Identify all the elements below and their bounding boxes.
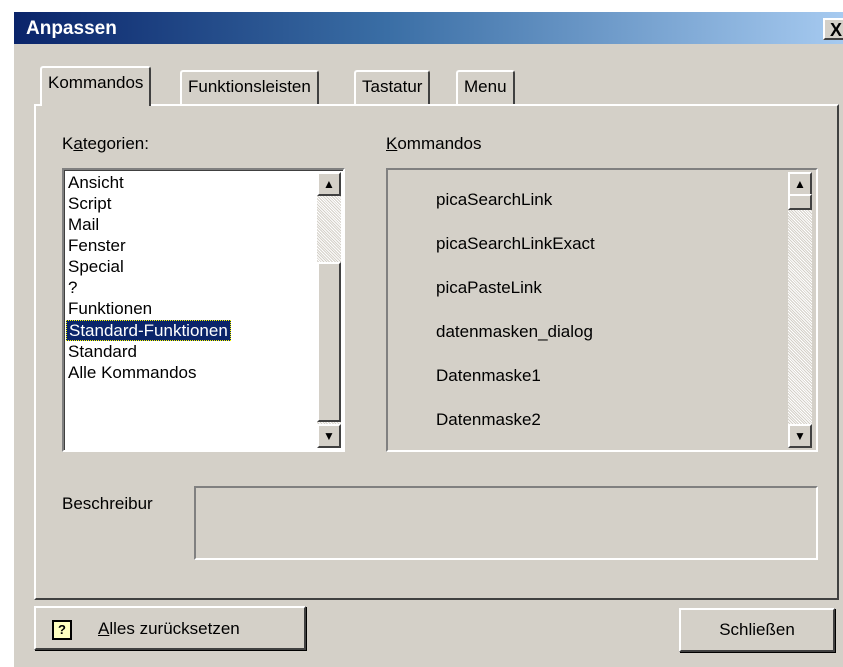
command-item[interactable]: Datenmaske2 [436,410,541,430]
command-item[interactable]: picaPasteLink [436,278,542,298]
scroll-thumb[interactable] [788,194,812,210]
scroll-up-icon[interactable]: ▲ [788,172,812,196]
list-item[interactable]: Standard [68,342,137,361]
customize-dialog: Anpassen X Kommandos Funktionsleisten Ta… [14,12,843,667]
commands-scrollbar[interactable]: ▲ ▼ [788,172,812,448]
scroll-up-icon[interactable]: ▲ [317,172,341,196]
command-item[interactable]: picaSearchLink [436,190,552,210]
tab-menu[interactable]: Menu [456,70,515,104]
close-icon[interactable]: X [823,18,843,40]
description-field [194,486,818,560]
tab-tastatur[interactable]: Tastatur [354,70,431,104]
list-item[interactable]: Alle Kommandos [68,363,197,382]
list-item[interactable]: Funktionen [68,299,152,318]
background-edge [0,0,14,667]
commands-label: Kommandos [386,134,482,153]
categories-label: Kategorien: [62,134,149,153]
commands-list[interactable]: picaSearchLink picaSearchLinkExact picaP… [386,168,818,452]
list-item-selected[interactable]: Standard-Funktionen [66,320,231,341]
tab-kommandos[interactable]: Kommandos [40,66,152,106]
reset-all-label: Alles zurücksetzen [98,619,240,638]
list-item[interactable]: Script [68,194,111,213]
categories-listbox[interactable]: Ansicht Script Mail Fenster Special ? Fu… [62,168,345,452]
command-item[interactable]: picaSearchLinkExact [436,234,595,254]
list-item[interactable]: Fenster [68,236,126,255]
scroll-down-icon[interactable]: ▼ [788,424,812,448]
help-icon: ? [52,620,72,640]
reset-all-button[interactable]: ? Alles zurücksetzen [34,606,306,650]
description-label: Beschreibur [62,494,153,513]
scroll-thumb[interactable] [317,262,341,422]
list-item[interactable]: Mail [68,215,99,234]
tab-funktionsleisten[interactable]: Funktionsleisten [180,70,319,104]
title-bar: Anpassen X [14,12,843,44]
scroll-down-icon[interactable]: ▼ [317,424,341,448]
close-button[interactable]: Schließen [679,608,835,652]
list-item[interactable]: ? [68,278,77,297]
dialog-title: Anpassen [26,18,117,39]
categories-scrollbar[interactable]: ▲ ▼ [317,172,341,448]
list-item[interactable]: Ansicht [68,173,124,192]
command-item[interactable]: datenmasken_dialog [436,322,593,342]
command-item[interactable]: Datenmaske1 [436,366,541,386]
list-item[interactable]: Special [68,257,124,276]
